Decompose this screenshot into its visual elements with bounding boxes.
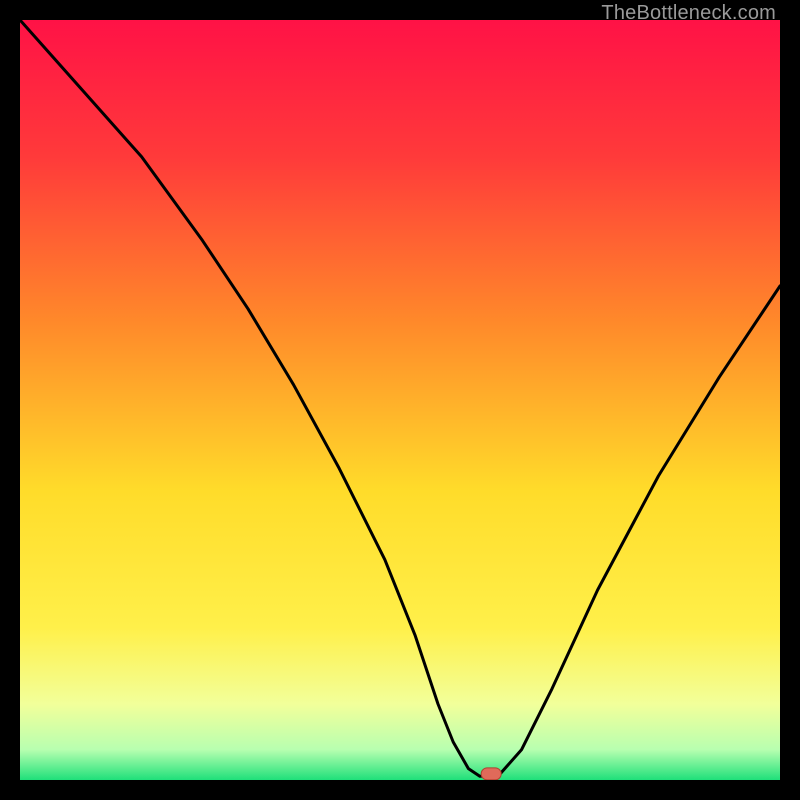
optimal-point-marker	[481, 768, 501, 780]
watermark-text: TheBottleneck.com	[601, 2, 776, 25]
heatmap-background	[20, 20, 780, 780]
chart-frame	[20, 20, 780, 780]
bottleneck-chart	[20, 20, 780, 780]
